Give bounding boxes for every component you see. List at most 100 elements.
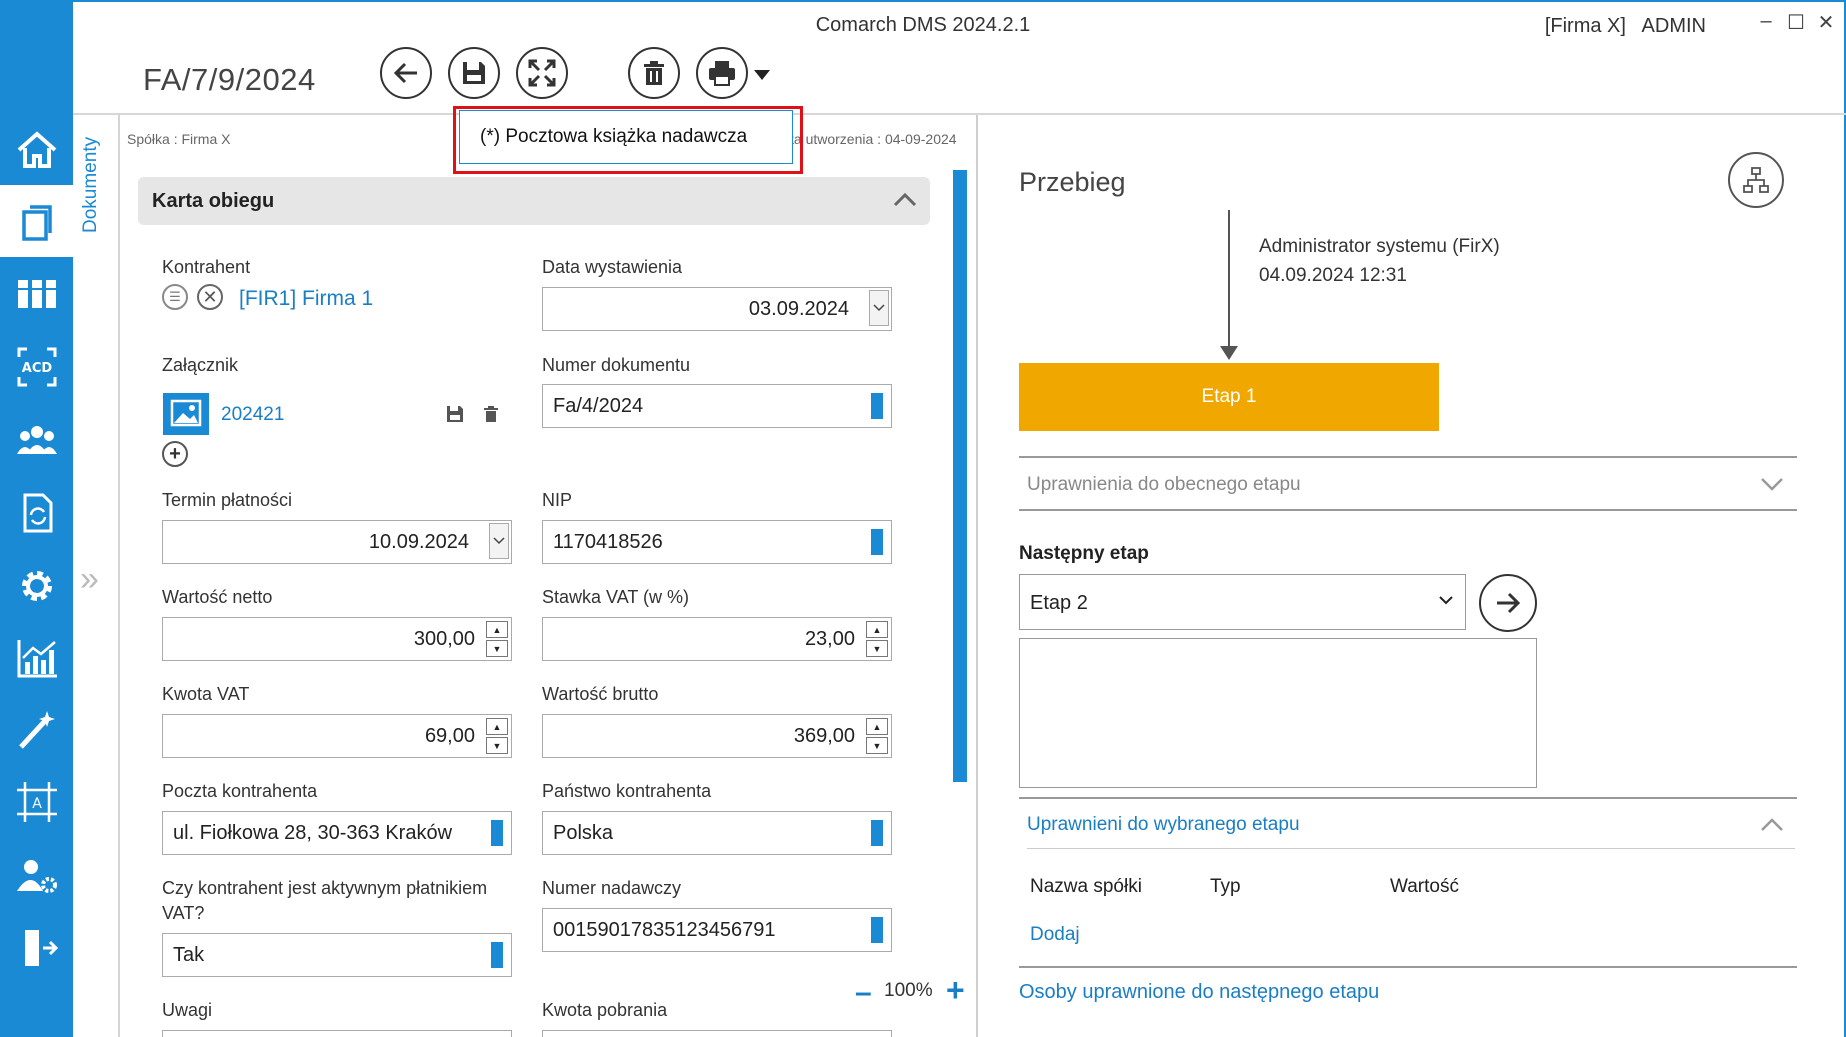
nav-logout[interactable] [0, 912, 73, 984]
minimize-button[interactable]: – [1756, 10, 1776, 35]
permissions-current-header[interactable]: Uprawnienia do obecnego etapu [1027, 474, 1301, 496]
svg-text:ACD: ACD [21, 361, 52, 376]
go-to-next-stage-button[interactable] [1479, 574, 1537, 632]
nav-refresh-doc[interactable] [0, 477, 73, 549]
termin-value: 10.09.2024 [368, 531, 469, 553]
chevron-down-icon [493, 537, 505, 545]
current-stage-box[interactable]: Etap 1 [1019, 363, 1439, 431]
date-dropdown-button[interactable] [869, 290, 889, 326]
zoom-out-button[interactable]: – [855, 976, 872, 1010]
logout-icon [24, 930, 58, 966]
next-stage-select[interactable]: Etap 2 [1019, 574, 1466, 630]
netto-spinner[interactable]: ▲ ▼ [485, 620, 509, 658]
kontrahent-link[interactable]: [FIR1] Firma 1 [239, 287, 373, 311]
attachment-link[interactable]: 202421 [221, 404, 284, 426]
workflow-icon [17, 280, 56, 308]
netto-field[interactable]: 300,00 ▲ ▼ [162, 617, 512, 661]
maximize-button[interactable]: ☐ [1786, 10, 1806, 35]
nav-user-settings[interactable] [0, 839, 73, 911]
numer-nadawczy-field[interactable]: 00159017835123456791 [542, 908, 892, 952]
add-attachment-icon[interactable]: + [162, 441, 188, 467]
numer-dokumentu-field[interactable]: Fa/4/2024 [542, 384, 892, 428]
brutto-spinner[interactable]: ▲ ▼ [865, 717, 889, 755]
expand-panel-icon[interactable]: » [80, 560, 99, 599]
save-button[interactable] [448, 47, 500, 99]
refresh-doc-icon [23, 493, 52, 533]
chevron-up-icon[interactable] [1760, 816, 1784, 834]
fullscreen-icon [528, 59, 556, 87]
stage-note-textarea[interactable] [1019, 638, 1537, 788]
spin-up-icon[interactable]: ▲ [486, 718, 508, 735]
documents-tab[interactable]: Dokumenty [80, 125, 102, 233]
back-icon [393, 62, 417, 84]
brutto-field[interactable]: 369,00 ▲ ▼ [542, 714, 892, 758]
chevron-up-icon[interactable] [892, 189, 918, 209]
field-indicator [491, 820, 503, 846]
data-wystawienia-field[interactable]: 03.09.2024 [542, 287, 892, 331]
clear-icon[interactable]: ✕ [197, 284, 223, 310]
fullscreen-button[interactable] [516, 47, 568, 99]
field-indicator [871, 917, 883, 943]
spin-down-icon[interactable]: ▼ [486, 640, 508, 657]
poczta-field[interactable]: ul. Fiołkowa 28, 30-363 Kraków [162, 811, 512, 855]
nav-home[interactable] [0, 114, 73, 186]
vat-rate-label: Stawka VAT (w %) [542, 587, 690, 607]
image-attachment-icon[interactable] [163, 393, 209, 435]
kwota-pobrania-field[interactable] [542, 1030, 892, 1037]
panstwo-label: Państwo kontrahenta [542, 781, 712, 801]
designer-icon: A [16, 782, 57, 822]
panel-divider[interactable] [976, 115, 978, 1037]
org-chart-icon [1743, 167, 1769, 193]
spin-up-icon[interactable]: ▲ [866, 718, 888, 735]
delete-button[interactable] [628, 47, 680, 99]
add-permission-link[interactable]: Dodaj [1030, 924, 1080, 946]
spin-down-icon[interactable]: ▼ [866, 640, 888, 657]
next-stage-label: Następny etap [1019, 543, 1149, 564]
nav-documents[interactable] [0, 185, 73, 257]
permissions-selected-header[interactable]: Uprawnieni do wybranego etapu [1027, 814, 1300, 836]
nav-users[interactable] [0, 404, 73, 476]
nav-settings[interactable] [0, 550, 73, 622]
chevron-down-icon[interactable] [1760, 475, 1784, 493]
print-button[interactable] [696, 47, 748, 99]
column-header-company: Nazwa spółki [1030, 876, 1142, 897]
attachment-delete-icon[interactable] [481, 404, 501, 424]
termin-field[interactable]: 10.09.2024 [162, 520, 512, 564]
uwagi-field[interactable] [162, 1030, 512, 1037]
home-icon [17, 131, 56, 168]
list-icon[interactable]: ☰ [162, 284, 188, 310]
nav-wizard[interactable] [0, 693, 73, 765]
vat-payer-field[interactable]: Tak [162, 933, 512, 977]
kwota-vat-field[interactable]: 69,00 ▲ ▼ [162, 714, 512, 758]
termin-dropdown-button[interactable] [489, 523, 509, 559]
authorized-persons-link[interactable]: Osoby uprawnione do następnego etapu [1019, 981, 1379, 1004]
nav-acd[interactable]: ACD [0, 331, 73, 403]
panstwo-field[interactable]: Polska [542, 811, 892, 855]
spin-down-icon[interactable]: ▼ [866, 737, 888, 754]
kwota-pobrania-label: Kwota pobrania [542, 1000, 668, 1020]
spin-up-icon[interactable]: ▲ [866, 621, 888, 638]
divider [1027, 848, 1795, 849]
nav-workflow[interactable] [0, 258, 73, 330]
kontrahent-label: Kontrahent [162, 257, 251, 277]
netto-label: Wartość netto [162, 587, 273, 607]
nav-designer[interactable]: A [0, 766, 73, 838]
vat-rate-spinner[interactable]: ▲ ▼ [865, 620, 889, 658]
nav-reports[interactable] [0, 622, 73, 694]
zoom-in-button[interactable]: + [946, 972, 965, 1009]
acd-icon: ACD [17, 347, 56, 387]
close-button[interactable]: ✕ [1816, 10, 1836, 35]
nip-field[interactable]: 1170418526 [542, 520, 892, 564]
numer-nadawczy-label: Numer nadawczy [542, 878, 682, 898]
spin-up-icon[interactable]: ▲ [486, 621, 508, 638]
workflow-diagram-button[interactable] [1728, 152, 1784, 208]
spin-down-icon[interactable]: ▼ [486, 737, 508, 754]
print-dropdown-icon[interactable] [753, 68, 771, 82]
print-menu-item[interactable]: (*) Pocztowa książka nadawcza [459, 110, 793, 164]
form-scrollbar[interactable] [953, 170, 967, 782]
back-button[interactable] [380, 47, 432, 99]
vat-rate-field[interactable]: 23,00 ▲ ▼ [542, 617, 892, 661]
numer-nadawczy-value: 00159017835123456791 [553, 919, 776, 941]
attachment-save-icon[interactable] [445, 404, 465, 424]
kwota-vat-spinner[interactable]: ▲ ▼ [485, 717, 509, 755]
